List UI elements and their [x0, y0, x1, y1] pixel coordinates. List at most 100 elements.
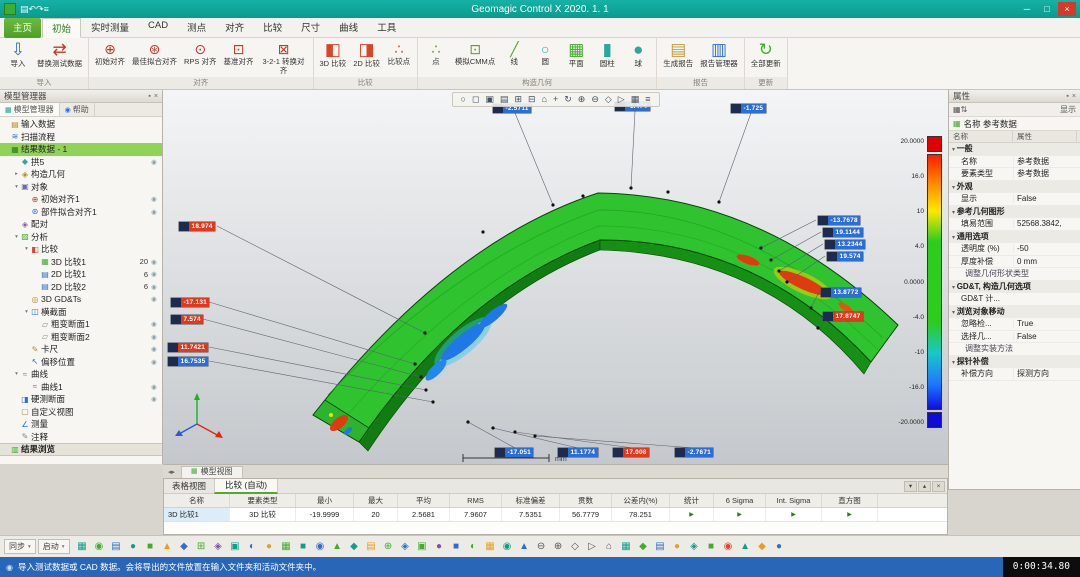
viewport-tool-icon[interactable]: ⊖ [591, 94, 599, 105]
visibility-eye-icon[interactable]: ◉ [151, 345, 159, 353]
panel-header-button[interactable]: ▪ [148, 93, 150, 100]
bottom-toolbar-icon[interactable]: ◆ [635, 536, 652, 557]
tree-item[interactable]: ✎ 注释 [0, 431, 162, 444]
property-row[interactable]: 外观 [949, 180, 1080, 193]
window-control-button[interactable]: □ [1038, 2, 1056, 16]
property-value[interactable]: -50 [1013, 244, 1080, 254]
tree-item[interactable]: ∠ 测量 [0, 418, 162, 431]
bottom-toolbar-icon[interactable]: ■ [295, 536, 312, 557]
table-column-header[interactable]: 最小 [296, 494, 354, 507]
bottom-toolbar-icon[interactable]: ▦ [278, 536, 295, 557]
visibility-eye-icon[interactable]: ◉ [151, 195, 159, 203]
ribbon-button[interactable]: ⇩ 导入 [3, 39, 33, 76]
table-column-header[interactable]: 平均 [398, 494, 450, 507]
ribbon-tab[interactable]: 实时测量 [82, 18, 138, 38]
deviation-tag[interactable]: -17.131 [171, 298, 210, 307]
deviation-tag[interactable]: 11.7421 [168, 343, 208, 352]
table-control-button[interactable]: ▾ [904, 480, 917, 492]
viewport-canvas[interactable]: 5000 mm [163, 90, 948, 464]
tree-expand-icon[interactable]: ▾ [13, 184, 20, 190]
tree-item[interactable]: ▤ 2D 比较2 6 ◉ [0, 281, 162, 294]
table-column-header[interactable]: 贯数 [560, 494, 612, 507]
property-value[interactable]: 52568.3842, [1013, 219, 1080, 229]
bottom-toolbar-icon[interactable]: ◐ [465, 536, 482, 557]
bottom-toolbar-icon[interactable]: ▷ [584, 536, 601, 557]
ribbon-button[interactable]: ∴ 点 [421, 39, 451, 76]
property-value[interactable]: False [1013, 194, 1080, 204]
tree-item[interactable]: ▢ 自定义视图 [0, 406, 162, 419]
property-row[interactable]: 通用选项 [949, 230, 1080, 243]
table-column-header[interactable]: 直方图 [822, 494, 878, 507]
tree-item[interactable]: ⊕ 初始对齐1 ◉ [0, 193, 162, 206]
tree-item[interactable]: ▾ ◫ 横截面 [0, 306, 162, 319]
table-column-header[interactable]: 统计 [670, 494, 714, 507]
table-cell[interactable]: 7.5351 [502, 508, 560, 521]
property-row[interactable]: 忽略检... True [949, 318, 1080, 331]
bottom-toolbar-icon[interactable]: ◇ [567, 536, 584, 557]
tree-item[interactable]: ≋ 扫描流程 [0, 131, 162, 144]
properties-toolbar-icon[interactable]: ▦ [953, 105, 961, 114]
ribbon-button[interactable]: ⊙ RPS 对齐 [181, 39, 220, 76]
ribbon-button[interactable]: ◨ 2D 比较 [350, 39, 383, 76]
deviation-tag[interactable]: 17.8747 [823, 312, 863, 321]
visibility-eye-icon[interactable]: ◉ [151, 295, 159, 303]
ribbon-button[interactable]: ● 球 [623, 39, 653, 76]
bottom-toolbar-icon[interactable]: ◈ [686, 536, 703, 557]
ribbon-button[interactable]: ⊡ 模拟CMM点 [452, 39, 498, 76]
table-cell[interactable]: 3D 比较1 [164, 508, 230, 521]
tree-item[interactable]: ▾ ▣ 对象 [0, 181, 162, 194]
panel-header-button[interactable]: × [1072, 93, 1076, 100]
tree-item[interactable]: ▱ 粗变断面1 ◉ [0, 318, 162, 331]
bottom-toolbar-icon[interactable]: ⊞ [193, 536, 210, 557]
visibility-eye-icon[interactable]: ◉ [151, 395, 159, 403]
viewport-tool-icon[interactable]: ≡ [645, 94, 650, 105]
panel-header-button[interactable]: × [154, 93, 158, 100]
tree-item[interactable]: ◆ 拱5 ◉ [0, 156, 162, 169]
property-value[interactable]: 参考数据 [1013, 155, 1080, 167]
visibility-eye-icon[interactable]: ◉ [151, 358, 159, 366]
tree-item[interactable]: ▾ ◧ 比较 [0, 243, 162, 256]
bottom-toolbar-icon[interactable]: ▦ [618, 536, 635, 557]
property-value[interactable]: False [1013, 331, 1080, 341]
bottom-toolbar-icon[interactable]: ◈ [210, 536, 227, 557]
ribbon-tab[interactable]: 对齐 [216, 18, 253, 38]
ribbon-tab[interactable]: 曲线 [330, 18, 367, 38]
property-value[interactable]: 探测方向 [1013, 368, 1080, 380]
deviation-tag[interactable]: 13.8772 [821, 288, 861, 297]
quick-access-icon[interactable]: ≡ [44, 4, 49, 14]
deviation-tag[interactable]: 11.1774 [558, 448, 598, 457]
ribbon-button[interactable]: ⊡ 基准对齐 [221, 39, 257, 76]
bottom-toolbar-icon[interactable]: ● [261, 536, 278, 557]
ribbon-button[interactable]: ⊕ 初始对齐 [92, 39, 128, 76]
ribbon-button[interactable]: ∴ 比较点 [384, 39, 414, 76]
bottom-toolbar-icon[interactable]: ▤ [363, 536, 380, 557]
tree-item[interactable]: ◎ 3D GD&Ts ◉ [0, 293, 162, 306]
visibility-eye-icon[interactable]: ◉ [151, 333, 159, 341]
bottom-toolbar-icon[interactable]: ◉ [91, 536, 108, 557]
ribbon-button[interactable]: ▦ 平面 [561, 39, 591, 76]
tree-expand-icon[interactable]: ▾ [23, 309, 30, 315]
window-control-button[interactable]: × [1058, 2, 1076, 16]
bottom-toolbar-icon[interactable]: ▦ [74, 536, 91, 557]
ribbon-button[interactable]: ⊠ 3-2-1 转换对齐 [258, 39, 310, 76]
deviation-tag[interactable]: 7.574 [171, 315, 204, 324]
visibility-eye-icon[interactable]: ◉ [151, 258, 159, 266]
bottom-toolbar-icon[interactable]: ⊖ [533, 536, 550, 557]
table-column-header[interactable]: 6 Sigma [714, 494, 766, 507]
ribbon-button[interactable]: ○ 圆 [530, 39, 560, 76]
table-column-header[interactable]: 要素类型 [230, 494, 296, 507]
ribbon-tab[interactable]: 比较 [254, 18, 291, 38]
tree-item[interactable]: ▥ 结果浏览 [0, 443, 162, 456]
viewport-tool-icon[interactable]: ⊞ [514, 94, 522, 105]
ribbon-button[interactable]: ↻ 全部更新 [748, 39, 784, 76]
bottom-toolbar-icon[interactable]: ■ [142, 536, 159, 557]
bottom-toolbar-icon[interactable]: ◆ [346, 536, 363, 557]
bottom-toolbar-icon[interactable]: ▣ [414, 536, 431, 557]
bottom-toolbar-icon[interactable]: ▲ [159, 536, 176, 557]
bottom-toolbar-icon[interactable]: ▤ [108, 536, 125, 557]
viewport-tool-icon[interactable]: ▷ [618, 94, 625, 105]
tree-item[interactable]: ⊛ 部件拟合对齐1 ◉ [0, 206, 162, 219]
property-value[interactable]: 0 mm [1013, 256, 1080, 266]
table-cell[interactable]: -19.9999 [296, 508, 354, 521]
viewport-tool-icon[interactable]: ↻ [564, 94, 572, 105]
